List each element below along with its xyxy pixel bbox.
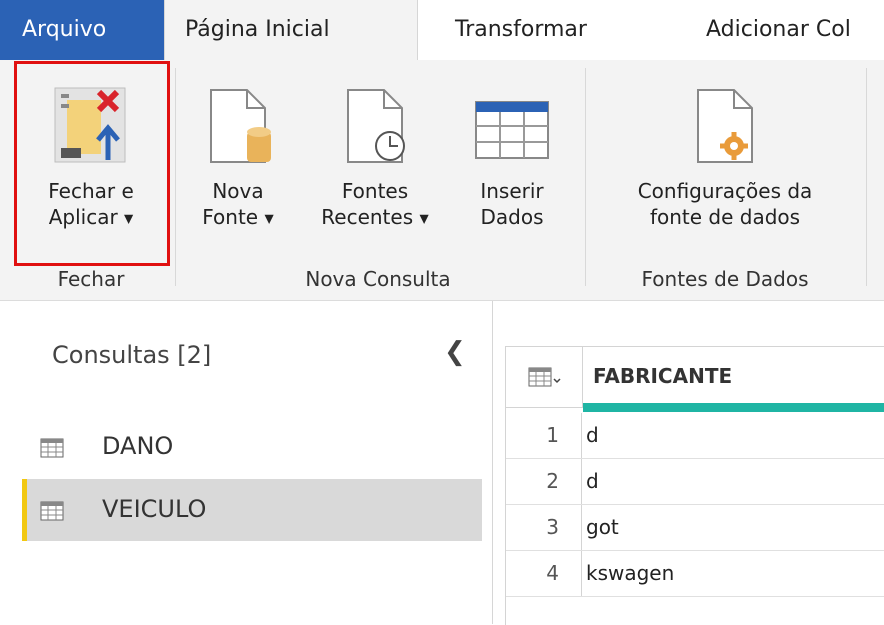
recent-sources-button[interactable]: Fontes Recentes ▼ bbox=[300, 68, 450, 258]
ribbon-tab-bar: Arquivo Página Inicial Transformar Adici… bbox=[0, 0, 884, 60]
row-number: 1 bbox=[506, 413, 582, 458]
enter-data-icon bbox=[472, 86, 552, 172]
tab-file[interactable]: Arquivo bbox=[0, 0, 164, 60]
highlight-box bbox=[14, 61, 170, 266]
dropdown-caret-icon: ▼ bbox=[264, 211, 274, 226]
group-label-new-query: Nova Consulta bbox=[305, 267, 451, 291]
query-item-veiculo[interactable]: VEICULO bbox=[22, 479, 482, 541]
group-label-close: Fechar bbox=[57, 267, 125, 291]
recent-sources-label-2: Recentes bbox=[321, 205, 414, 229]
table-row: 3 got bbox=[506, 505, 884, 551]
new-source-label-2: Fonte bbox=[202, 205, 259, 229]
collapse-pane-icon[interactable]: ❮ bbox=[444, 337, 466, 367]
data-source-settings-label-1: Configurações da bbox=[637, 179, 813, 203]
table-row: 4 kswagen bbox=[506, 551, 884, 597]
enter-data-button[interactable]: Inserir Dados bbox=[456, 68, 568, 258]
table-icon bbox=[40, 436, 64, 464]
cell-value[interactable]: d bbox=[586, 413, 881, 458]
tab-add-column[interactable]: Adicionar Col bbox=[706, 0, 851, 60]
data-source-settings-icon bbox=[690, 86, 760, 172]
row-number: 4 bbox=[506, 551, 582, 596]
dropdown-caret-icon: ▼ bbox=[419, 211, 429, 226]
table-icon bbox=[40, 499, 64, 527]
table-row: 1 d bbox=[506, 413, 884, 459]
column-quality-bar bbox=[583, 403, 884, 412]
enter-data-label-2: Dados bbox=[480, 205, 544, 229]
row-number: 3 bbox=[506, 505, 582, 550]
column-header-fabricante[interactable]: FABRICANTE bbox=[583, 347, 884, 407]
group-separator bbox=[585, 68, 586, 286]
cell-value[interactable]: got bbox=[586, 505, 881, 550]
recent-sources-icon bbox=[340, 86, 410, 172]
new-source-button[interactable]: Nova Fonte ▼ bbox=[188, 68, 288, 258]
table-menu-icon bbox=[528, 367, 562, 391]
group-separator bbox=[175, 68, 176, 286]
queries-pane: Consultas [2] ❮ DANO VEICULO bbox=[0, 301, 493, 624]
table-menu-button[interactable] bbox=[506, 347, 583, 408]
cell-value[interactable]: kswagen bbox=[586, 551, 881, 596]
query-item-dano[interactable]: DANO bbox=[22, 416, 482, 478]
group-separator bbox=[866, 68, 867, 286]
data-source-settings-button[interactable]: Configurações da fonte de dados bbox=[600, 68, 850, 258]
query-item-label: DANO bbox=[102, 432, 174, 460]
enter-data-label-1: Inserir bbox=[480, 179, 544, 203]
group-label-data-sources: Fontes de Dados bbox=[641, 267, 809, 291]
new-source-icon bbox=[203, 86, 273, 172]
tab-home[interactable]: Página Inicial bbox=[164, 0, 418, 60]
row-number: 2 bbox=[506, 459, 582, 504]
recent-sources-label-1: Fontes bbox=[341, 179, 409, 203]
queries-title: Consultas [2] bbox=[52, 341, 212, 369]
table-row: 2 d bbox=[506, 459, 884, 505]
cell-value[interactable]: d bbox=[586, 459, 881, 504]
tab-transform[interactable]: Transformar bbox=[455, 0, 587, 60]
data-grid: FABRICANTE 1 d 2 d 3 got 4 kswagen bbox=[505, 346, 884, 625]
new-source-label-1: Nova bbox=[212, 179, 264, 203]
query-item-label: VEICULO bbox=[102, 495, 207, 523]
data-source-settings-label-2: fonte de dados bbox=[649, 205, 801, 229]
